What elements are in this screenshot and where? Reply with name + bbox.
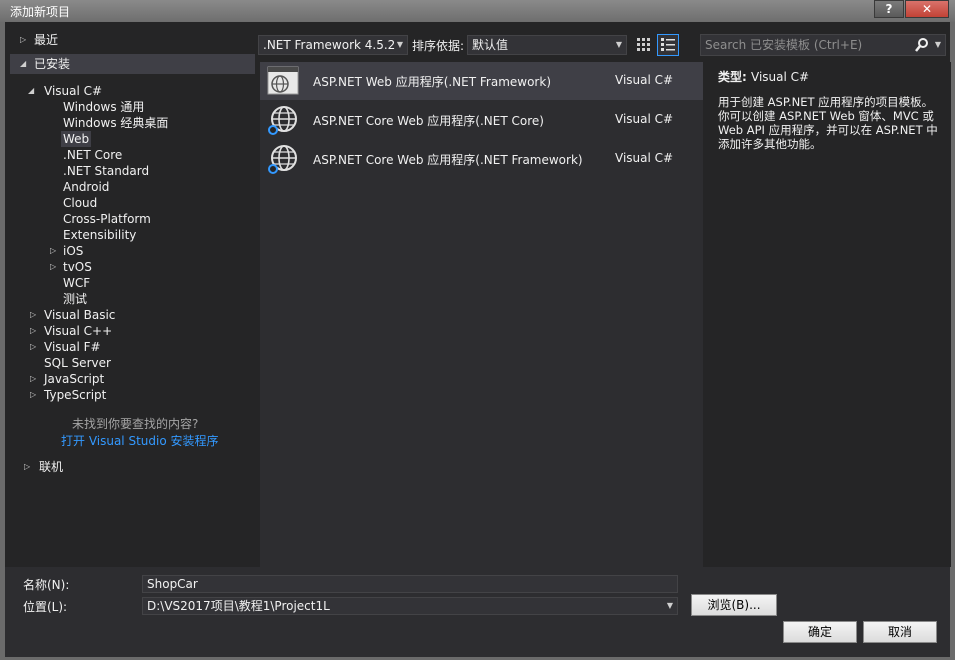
tree-item-label: iOS <box>63 244 84 258</box>
expand-arrow-icon: ▷ <box>50 262 57 271</box>
not-found-text: 未找到你要查找的内容? <box>72 417 199 431</box>
expand-arrow-icon: ▷ <box>50 246 57 255</box>
tree-item-javascript[interactable]: ▷ JavaScript <box>10 371 210 387</box>
template-language: Visual C# <box>615 112 674 126</box>
search-icon <box>915 38 928 52</box>
tree-item-label: TypeScript <box>44 388 107 402</box>
chevron-down-icon: ▼ <box>396 40 403 49</box>
tree-item-label: Visual F# <box>44 340 101 354</box>
template-name: ASP.NET Core Web 应用程序(.NET Core) <box>313 114 544 128</box>
close-button[interactable]: ✕ <box>905 0 949 18</box>
tree-item-windows-universal[interactable]: Windows 通用 <box>63 99 144 115</box>
tree-item-installed[interactable]: ◢ 已安装 <box>10 54 255 74</box>
description-panel: 类型: Visual C# 用于创建 ASP.NET 应用程序的项目模板。你可以… <box>705 62 951 567</box>
title-bar: 添加新项目 ? ✕ <box>0 0 955 22</box>
grid-icon <box>637 38 650 51</box>
template-language: Visual C# <box>615 73 674 87</box>
collapse-arrow-icon: ◢ <box>28 86 35 95</box>
tree-item-ios[interactable]: ▷ iOS <box>48 243 198 259</box>
tree-item-cloud[interactable]: Cloud <box>63 195 97 211</box>
expand-arrow-icon: ▷ <box>30 342 37 351</box>
tree-item-android[interactable]: Android <box>63 179 109 195</box>
globe-icon <box>268 106 297 135</box>
tree-item-typescript[interactable]: ▷ TypeScript <box>10 387 210 403</box>
tree-item-net-standard[interactable]: .NET Standard <box>63 163 149 179</box>
list-icon <box>661 38 675 51</box>
chevron-down-icon: ▼ <box>666 601 673 610</box>
location-value: D:\VS2017项目\教程1\Project1L <box>147 599 330 613</box>
expand-arrow-icon: ▷ <box>24 462 31 471</box>
description-type: 类型: Visual C# <box>718 68 943 85</box>
tree-item-online[interactable]: ▷ 联机 <box>10 459 210 475</box>
small-icons-view-button[interactable] <box>633 34 655 56</box>
template-list: ASP.NET Web 应用程序(.NET Framework) Visual … <box>260 62 703 567</box>
tree-item-wcf[interactable]: WCF <box>63 275 90 291</box>
tree-item-label: 已安装 <box>34 57 71 71</box>
tree-item-visual-fsharp[interactable]: ▷ Visual F# <box>10 339 210 355</box>
expand-arrow-icon: ▷ <box>30 326 37 335</box>
tree-item-tvos[interactable]: ▷ tvOS <box>48 259 198 275</box>
collapse-arrow-icon: ◢ <box>20 59 27 68</box>
framework-value: .NET Framework 4.5.2 <box>263 38 396 52</box>
expand-arrow-icon: ▷ <box>20 35 27 44</box>
template-name: ASP.NET Core Web 应用程序(.NET Framework) <box>313 153 583 167</box>
ok-button[interactable]: 确定 <box>783 621 857 643</box>
chevron-down-icon: ▼ <box>934 40 941 49</box>
tree-item-sql-server[interactable]: SQL Server <box>44 355 111 371</box>
expand-arrow-icon: ▷ <box>30 310 37 319</box>
tree-item-recent[interactable]: ▷ 最近 <box>10 32 255 48</box>
description-text: 用于创建 ASP.NET 应用程序的项目模板。你可以创建 ASP.NET Web… <box>718 95 938 151</box>
type-label: 类型: <box>718 70 747 84</box>
template-item[interactable]: ASP.NET Web 应用程序(.NET Framework) Visual … <box>260 62 703 100</box>
location-field[interactable]: D:\VS2017项目\教程1\Project1L ▼ <box>142 597 678 615</box>
expand-arrow-icon: ▷ <box>30 390 37 399</box>
tree-item-label: tvOS <box>63 260 92 274</box>
tree-item-test[interactable]: 测试 <box>63 291 87 307</box>
browse-button[interactable]: 浏览(B)... <box>691 594 777 616</box>
tree-item-visual-basic[interactable]: ▷ Visual Basic <box>10 307 210 323</box>
template-name: ASP.NET Web 应用程序(.NET Framework) <box>313 75 551 89</box>
tree-item-visual-cpp[interactable]: ▷ Visual C++ <box>10 323 210 339</box>
search-input[interactable]: Search 已安装模板 (Ctrl+E) ▼ <box>700 34 946 56</box>
list-view-button[interactable] <box>657 34 679 56</box>
tree-item-label: 最近 <box>34 33 59 47</box>
sort-dropdown[interactable]: 默认值 ▼ <box>467 35 627 55</box>
tree-item-label: Visual C# <box>44 84 103 98</box>
template-item[interactable]: ASP.NET Core Web 应用程序(.NET Framework) Vi… <box>260 140 703 178</box>
cancel-button[interactable]: 取消 <box>863 621 937 643</box>
sort-value: 默认值 <box>472 38 509 52</box>
name-field[interactable]: ShopCar <box>142 575 678 593</box>
framework-dropdown[interactable]: .NET Framework 4.5.2 ▼ <box>258 35 408 55</box>
globe-icon <box>268 145 297 174</box>
tree-item-web[interactable]: Web <box>61 131 92 147</box>
sort-label: 排序依据: <box>412 39 465 53</box>
help-button[interactable]: ? <box>874 0 904 18</box>
template-language: Visual C# <box>615 151 674 165</box>
window-title: 添加新项目 <box>10 5 71 19</box>
web-app-icon <box>267 66 299 95</box>
expand-arrow-icon: ▷ <box>30 374 37 383</box>
type-value: Visual C# <box>751 70 810 84</box>
search-placeholder: Search 已安装模板 (Ctrl+E) <box>705 38 863 52</box>
tree-item-label: Visual C++ <box>44 324 113 338</box>
tree-item-label: JavaScript <box>44 372 105 386</box>
category-tree: ▷ 最近 ◢ 已安装 ◢ Visual C# Windows 通用 Window… <box>10 22 255 567</box>
tree-item-net-core[interactable]: .NET Core <box>63 147 122 163</box>
dialog-body: ▷ 最近 ◢ 已安装 ◢ Visual C# Windows 通用 Window… <box>5 22 951 657</box>
template-item[interactable]: ASP.NET Core Web 应用程序(.NET Core) Visual … <box>260 101 703 139</box>
chevron-down-icon: ▼ <box>615 40 622 49</box>
open-installer-link[interactable]: 打开 Visual Studio 安装程序 <box>61 433 219 449</box>
tree-item-extensibility[interactable]: Extensibility <box>63 227 136 243</box>
tree-item-windows-classic[interactable]: Windows 经典桌面 <box>63 115 168 131</box>
tree-item-label: Visual Basic <box>44 308 116 322</box>
tree-item-label: 联机 <box>39 460 64 474</box>
name-label: 名称(N): <box>23 578 70 592</box>
location-label: 位置(L): <box>23 600 68 614</box>
bottom-panel: 名称(N): ShopCar 位置(L): D:\VS2017项目\教程1\Pr… <box>5 567 950 657</box>
tree-item-visual-csharp[interactable]: ◢ Visual C# <box>10 83 255 99</box>
tree-item-cross-platform[interactable]: Cross-Platform <box>63 211 151 227</box>
